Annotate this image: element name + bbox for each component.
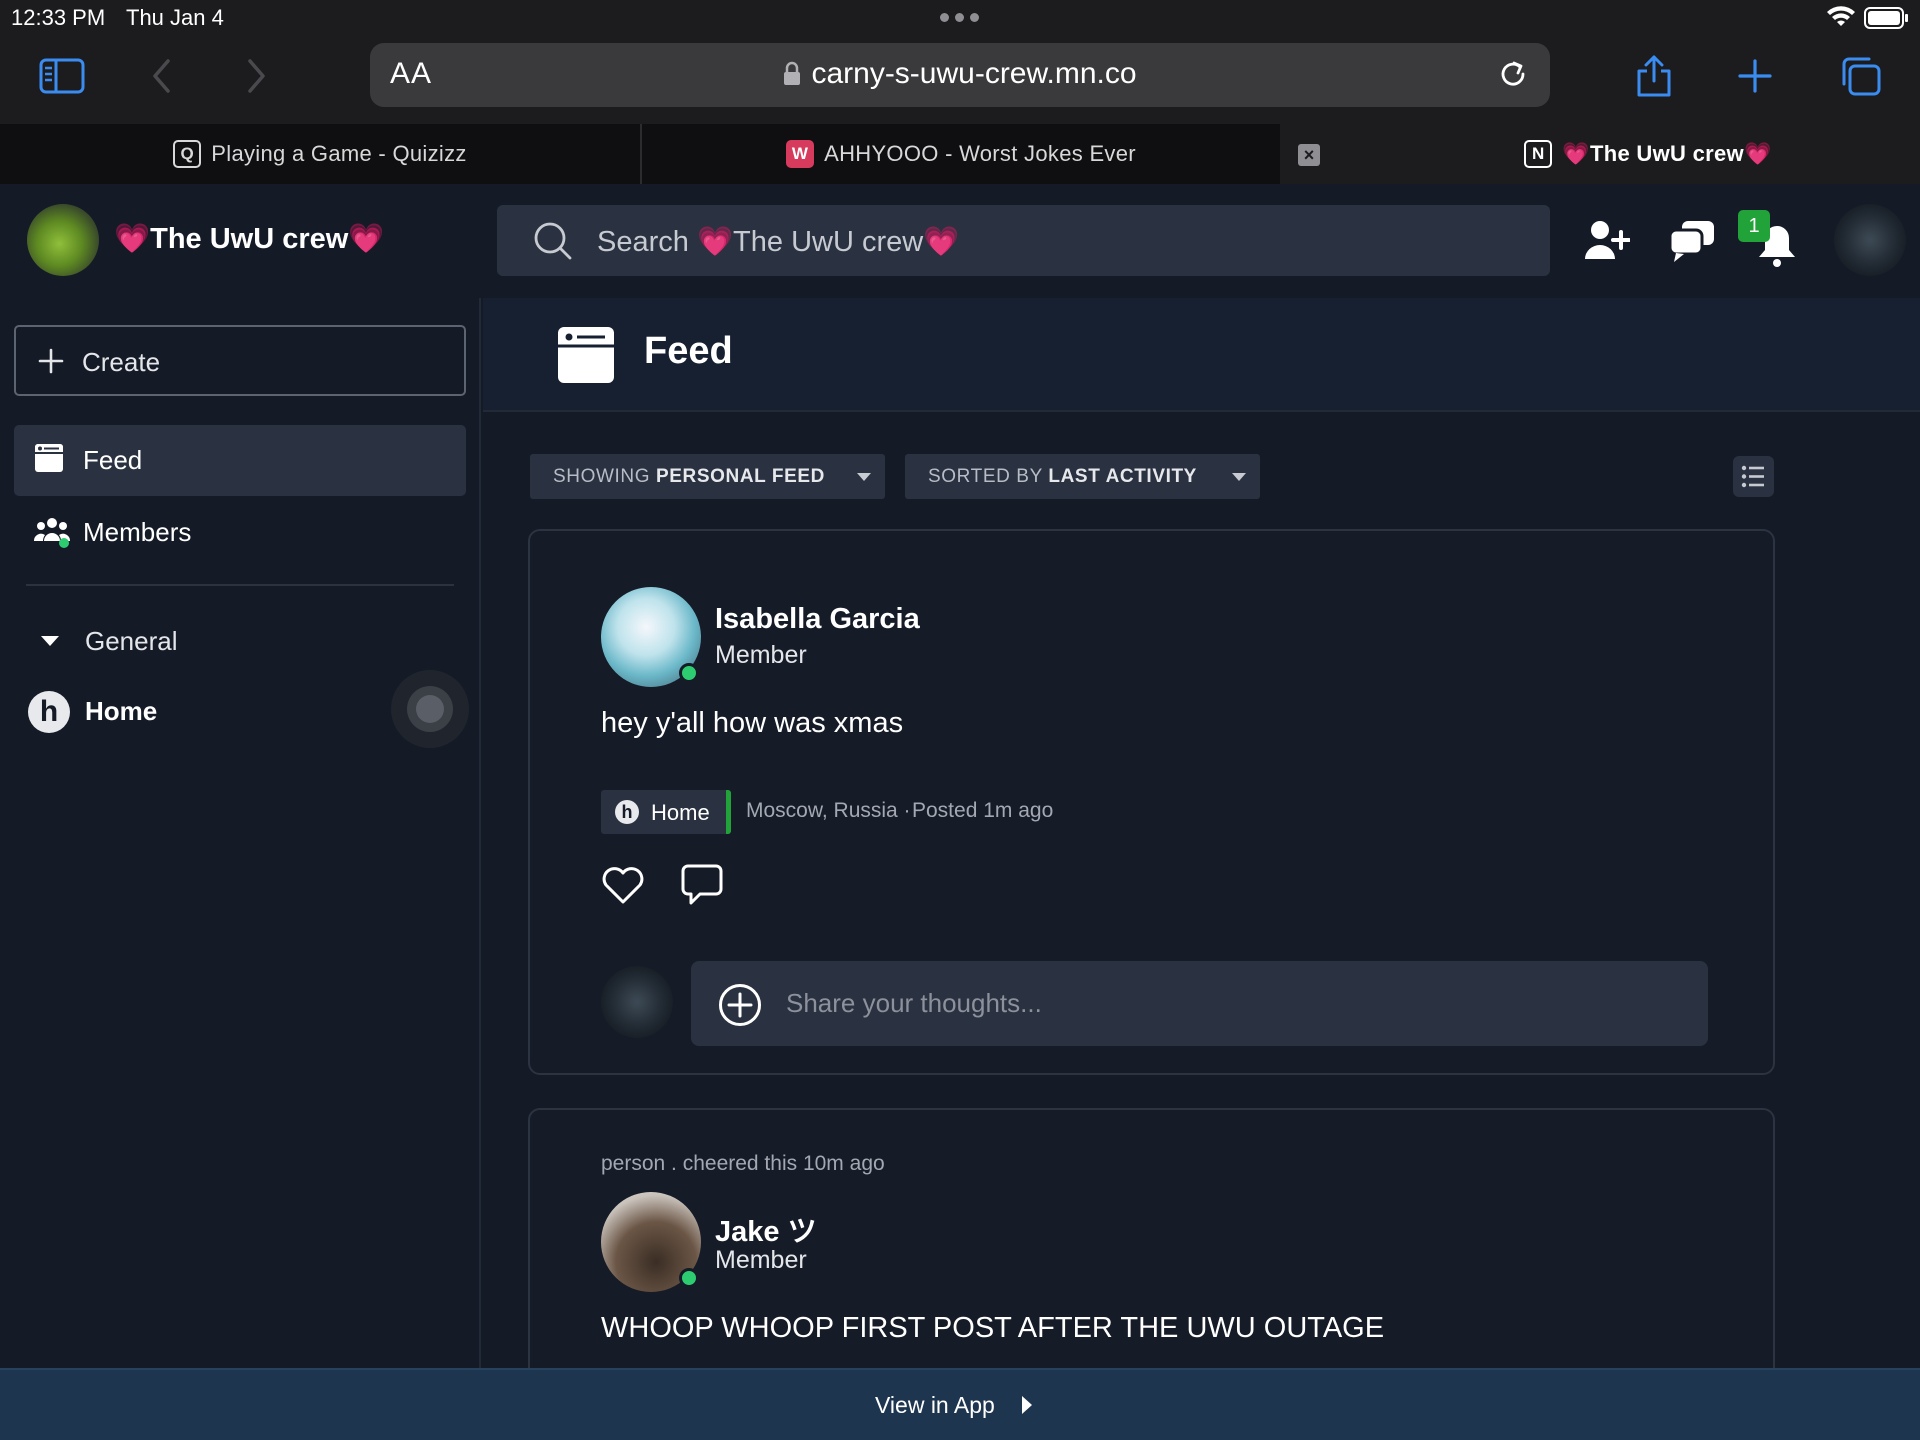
author-role: Member	[715, 1246, 807, 1274]
battery-icon	[1864, 7, 1910, 29]
status-date: Thu Jan 4	[126, 5, 224, 30]
create-label: Create	[82, 347, 161, 377]
notification-badge: 1	[1738, 210, 1770, 242]
main-content: Feed SHOWING PERSONAL FEED SORTED BY LAS…	[483, 298, 1920, 1388]
multitasking-dots-icon[interactable]	[940, 13, 980, 23]
post-timestamp[interactable]: Posted 1m ago	[912, 799, 1053, 823]
post-activity: person . cheered this 10m ago	[601, 1152, 885, 1175]
quizizz-favicon-icon: Q	[173, 140, 202, 168]
close-tab-icon[interactable]: ×	[1298, 144, 1320, 166]
feed-header: Feed	[483, 298, 1920, 412]
community-name[interactable]: 💗The UwU crew💗	[114, 222, 384, 256]
sidebar: Create Feed Members General h Home	[0, 298, 481, 1368]
community-header: 💗The UwU crew💗 Search 💗The UwU crew💗 1	[0, 184, 1920, 298]
feed-icon	[34, 443, 64, 473]
post-card: Isabella Garcia Member hey y'all how was…	[528, 529, 1775, 1075]
commenter-avatar	[601, 966, 673, 1038]
sidebar-item-label: Members	[83, 517, 192, 547]
back-icon[interactable]	[134, 48, 190, 104]
comment-icon[interactable]	[680, 863, 724, 907]
tab-worst-jokes[interactable]: W AHHYOOO - Worst Jokes Ever	[642, 124, 1280, 184]
new-tab-icon[interactable]	[1727, 48, 1783, 104]
home-space-icon: h	[615, 800, 639, 824]
reload-icon[interactable]	[1496, 57, 1530, 91]
comment-placeholder: Share your thoughts...	[786, 988, 1042, 1018]
plus-icon	[38, 348, 64, 374]
sort-value: LAST ACTIVITY	[1048, 466, 1197, 487]
filter-value: PERSONAL FEED	[655, 466, 825, 487]
members-icon	[34, 515, 70, 549]
author-name[interactable]: Isabella Garcia	[715, 603, 920, 636]
wifi-icon	[1826, 6, 1856, 28]
url-text: carny-s-uwu-crew.mn.co	[811, 57, 1137, 90]
space-tag-label: Home	[651, 800, 710, 825]
view-in-app-banner[interactable]: View in App	[0, 1368, 1920, 1440]
comment-input[interactable]: Share your thoughts...	[691, 961, 1708, 1046]
play-icon	[1020, 1394, 1034, 1416]
tab-title: Playing a Game - Quizizz	[211, 141, 467, 166]
search-icon	[533, 221, 573, 261]
tab-quizizz[interactable]: Q Playing a Game - Quizizz	[0, 124, 640, 184]
mighty-favicon-icon: N	[1524, 140, 1553, 168]
status-time: 12:33 PM	[11, 5, 106, 30]
post-card: person . cheered this 10m ago Jake ツ Mem…	[528, 1108, 1775, 1388]
sidebar-item-label: Feed	[83, 445, 143, 475]
page-title: Feed	[644, 330, 733, 372]
add-circle-icon[interactable]	[718, 983, 762, 1027]
view-in-app-label[interactable]: View in App	[875, 1392, 995, 1419]
online-status-dot	[679, 663, 699, 683]
chevron-down-icon	[1232, 473, 1246, 481]
list-view-icon[interactable]	[1733, 456, 1774, 497]
search-placeholder: Search 💗The UwU crew💗	[597, 226, 960, 258]
space-tag[interactable]: h Home	[601, 790, 731, 834]
section-general[interactable]: General	[85, 626, 178, 657]
share-icon[interactable]	[1626, 48, 1682, 104]
browser-toolbar: 12:33 PM Thu Jan 4 AA carny-s-uwu-crew.m…	[0, 0, 1920, 124]
filter-prefix: SHOWING	[553, 466, 651, 487]
author-name[interactable]: Jake ツ	[715, 1208, 817, 1250]
create-button[interactable]: Create	[14, 325, 466, 396]
tabs-icon[interactable]	[1832, 48, 1888, 104]
community-avatar[interactable]	[27, 204, 99, 276]
user-avatar[interactable]	[1834, 204, 1906, 276]
post-body: WHOOP WHOOP FIRST POST AFTER THE UWU OUT…	[601, 1312, 1385, 1344]
sort-prefix: SORTED BY	[928, 466, 1043, 487]
lock-icon	[783, 61, 801, 87]
forward-icon[interactable]	[228, 48, 284, 104]
feed-icon	[557, 326, 615, 384]
online-status-dot	[679, 1268, 699, 1288]
feed-filter-dropdown[interactable]: SHOWING PERSONAL FEED	[530, 454, 885, 499]
sidebar-item-home[interactable]: Home	[85, 696, 157, 727]
add-member-icon[interactable]	[1584, 219, 1630, 263]
caret-down-icon[interactable]	[40, 634, 60, 648]
search-input[interactable]: Search 💗The UwU crew💗	[497, 205, 1550, 276]
tab-uwu-crew[interactable]: N 💗The UwU crew💗	[1280, 124, 1920, 184]
chat-icon[interactable]	[1668, 219, 1716, 263]
tab-bar: Q Playing a Game - Quizizz W AHHYOOO - W…	[0, 124, 1920, 184]
home-space-icon: h	[28, 691, 70, 733]
tab-title: AHHYOOO - Worst Jokes Ever	[824, 141, 1136, 166]
sidebar-item-feed[interactable]: Feed	[14, 425, 466, 496]
sidebar-item-members[interactable]: Members	[14, 497, 466, 568]
author-role: Member	[715, 641, 807, 669]
heart-icon[interactable]	[601, 865, 645, 905]
assistive-touch-button[interactable]	[391, 670, 469, 748]
address-bar[interactable]: AA carny-s-uwu-crew.mn.co	[370, 43, 1550, 107]
sidebar-icon[interactable]	[34, 48, 90, 104]
tab-title: 💗The UwU crew💗	[1562, 141, 1772, 166]
sort-dropdown[interactable]: SORTED BY LAST ACTIVITY	[905, 454, 1260, 499]
post-body: hey y'all how was xmas	[601, 707, 904, 739]
worst-jokes-favicon-icon: W	[786, 140, 815, 168]
chevron-down-icon	[857, 473, 871, 481]
post-location: Moscow, Russia ·	[746, 799, 911, 822]
sidebar-divider	[26, 584, 454, 586]
